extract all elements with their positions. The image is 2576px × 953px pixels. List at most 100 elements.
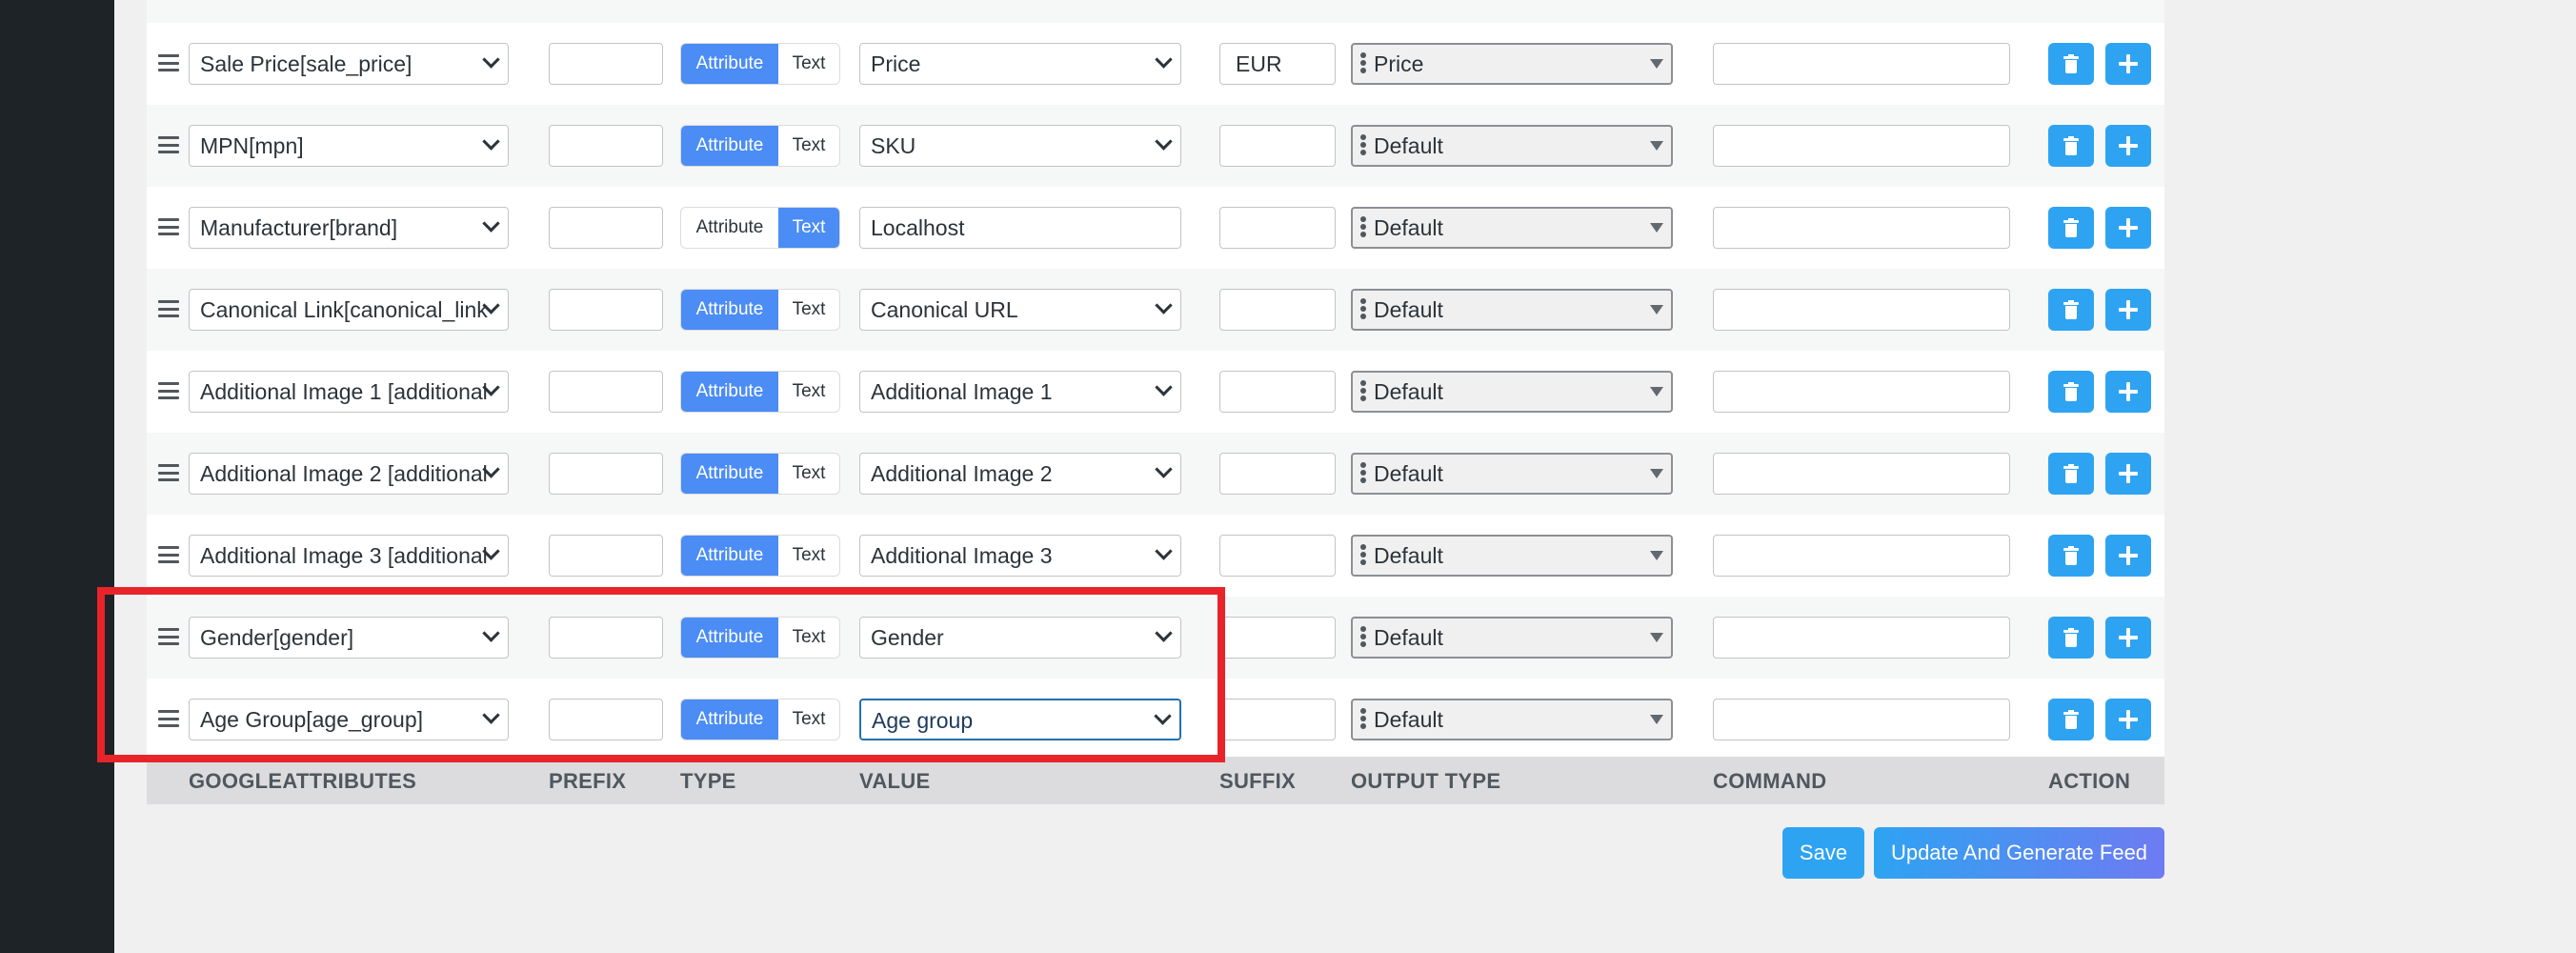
type-text-button[interactable]: Text xyxy=(778,372,839,412)
type-text-button[interactable]: Text xyxy=(778,290,839,330)
add-row-button[interactable] xyxy=(2105,535,2151,577)
value-select[interactable]: Additional Image 2 xyxy=(859,453,1181,495)
plus-icon xyxy=(2119,218,2138,237)
add-row-button[interactable] xyxy=(2105,207,2151,249)
command-input[interactable] xyxy=(1713,617,2010,659)
delete-row-button[interactable] xyxy=(2048,535,2094,577)
drag-handle-icon[interactable] xyxy=(158,464,179,481)
delete-row-button[interactable] xyxy=(2048,289,2094,331)
suffix-input[interactable] xyxy=(1219,371,1336,413)
google-attribute-select[interactable]: MPN[mpn] xyxy=(189,125,509,167)
table-row: Sale Price[sale_price] Attribute Text Pr… xyxy=(147,23,2164,105)
add-row-button[interactable] xyxy=(2105,371,2151,413)
save-button[interactable]: Save xyxy=(1782,827,1864,879)
suffix-input[interactable] xyxy=(1219,289,1336,331)
delete-row-button[interactable] xyxy=(2048,125,2094,167)
google-attribute-select[interactable]: Additional Image 2 [additional xyxy=(189,453,509,495)
value-select[interactable]: Price xyxy=(859,43,1181,85)
suffix-input[interactable] xyxy=(1219,125,1336,167)
output-type-select[interactable]: Default xyxy=(1351,535,1673,577)
suffix-input[interactable] xyxy=(1219,453,1336,495)
dropdown-arrow-icon xyxy=(1650,59,1663,69)
type-attribute-button[interactable]: Attribute xyxy=(681,44,778,84)
value-select[interactable]: Additional Image 1 xyxy=(859,371,1181,413)
dropdown-arrow-icon xyxy=(1650,551,1663,560)
value-select[interactable]: SKU xyxy=(859,125,1181,167)
suffix-input[interactable] xyxy=(1219,617,1336,659)
type-text-button[interactable]: Text xyxy=(778,208,839,248)
google-attribute-select[interactable]: Additional Image 1 [additional xyxy=(189,371,509,413)
type-attribute-button[interactable]: Attribute xyxy=(681,536,778,576)
suffix-input[interactable] xyxy=(1219,535,1336,577)
google-attribute-select[interactable]: Sale Price[sale_price] xyxy=(189,43,509,85)
value-text-input[interactable]: Localhost xyxy=(859,207,1181,249)
delete-row-button[interactable] xyxy=(2048,207,2094,249)
add-row-button[interactable] xyxy=(2105,617,2151,659)
prefix-input[interactable] xyxy=(549,289,663,331)
drag-handle-icon[interactable] xyxy=(158,136,179,153)
type-attribute-button[interactable]: Attribute xyxy=(681,290,778,330)
add-row-button[interactable] xyxy=(2105,125,2151,167)
value-select[interactable]: Additional Image 3 xyxy=(859,535,1181,577)
drag-handle-icon[interactable] xyxy=(158,382,179,399)
output-type-select[interactable]: Default xyxy=(1351,617,1673,659)
value-select[interactable]: Canonical URL xyxy=(859,289,1181,331)
type-text-button[interactable]: Text xyxy=(778,454,839,494)
chevron-down-icon xyxy=(1156,53,1169,67)
type-text-button[interactable]: Text xyxy=(778,126,839,166)
output-type-select[interactable]: Default xyxy=(1351,699,1673,740)
delete-row-button[interactable] xyxy=(2048,699,2094,740)
type-attribute-button[interactable]: Attribute xyxy=(681,126,778,166)
dropdown-arrow-icon xyxy=(1650,715,1663,724)
output-type-select[interactable]: Default xyxy=(1351,125,1673,167)
command-input[interactable] xyxy=(1713,535,2010,577)
type-text-button[interactable]: Text xyxy=(778,536,839,576)
output-type-select[interactable]: Default xyxy=(1351,453,1673,495)
type-attribute-button[interactable]: Attribute xyxy=(681,208,778,248)
delete-row-button[interactable] xyxy=(2048,617,2094,659)
prefix-input[interactable] xyxy=(549,125,663,167)
command-input[interactable] xyxy=(1713,43,2010,85)
add-row-button[interactable] xyxy=(2105,43,2151,85)
add-row-button[interactable] xyxy=(2105,699,2151,740)
google-attribute-select[interactable]: Canonical Link[canonical_link xyxy=(189,289,509,331)
type-attribute-button[interactable]: Attribute xyxy=(681,454,778,494)
command-input[interactable] xyxy=(1713,453,2010,495)
add-row-button[interactable] xyxy=(2105,289,2151,331)
drag-handle-icon[interactable] xyxy=(158,218,179,235)
type-toggle: Attribute Text xyxy=(680,371,840,413)
prefix-input[interactable] xyxy=(549,43,663,85)
prefix-input[interactable] xyxy=(549,371,663,413)
chevron-down-icon xyxy=(1156,299,1169,313)
type-attribute-button[interactable]: Attribute xyxy=(681,372,778,412)
suffix-input[interactable]: EUR xyxy=(1219,43,1336,85)
drag-handle-icon[interactable] xyxy=(158,300,179,317)
prefix-input[interactable] xyxy=(549,453,663,495)
command-input[interactable] xyxy=(1713,371,2010,413)
delete-row-button[interactable] xyxy=(2048,453,2094,495)
output-type-select[interactable]: Default xyxy=(1351,371,1673,413)
dropdown-arrow-icon xyxy=(1650,305,1663,314)
output-type-select[interactable]: Default xyxy=(1351,207,1673,249)
command-input[interactable] xyxy=(1713,289,2010,331)
google-attribute-select[interactable]: Manufacturer[brand] xyxy=(189,207,509,249)
output-type-select[interactable]: Default xyxy=(1351,289,1673,331)
command-input[interactable] xyxy=(1713,125,2010,167)
suffix-input[interactable] xyxy=(1219,207,1336,249)
suffix-input[interactable] xyxy=(1219,699,1336,740)
value-select-text: Price xyxy=(871,51,921,76)
command-input[interactable] xyxy=(1713,699,2010,740)
add-row-button[interactable] xyxy=(2105,453,2151,495)
delete-row-button[interactable] xyxy=(2048,371,2094,413)
type-text-button[interactable]: Text xyxy=(778,44,839,84)
drag-handle-icon[interactable] xyxy=(158,546,179,563)
drag-handle-icon[interactable] xyxy=(158,54,179,71)
google-attribute-select[interactable]: Additional Image 3 [additional xyxy=(189,535,509,577)
update-and-generate-feed-button[interactable]: Update And Generate Feed xyxy=(1874,827,2164,879)
google-attribute-text: Additional Image 2 [additional xyxy=(200,461,488,486)
prefix-input[interactable] xyxy=(549,207,663,249)
command-input[interactable] xyxy=(1713,207,2010,249)
output-type-select[interactable]: Price xyxy=(1351,43,1673,85)
prefix-input[interactable] xyxy=(549,535,663,577)
delete-row-button[interactable] xyxy=(2048,43,2094,85)
